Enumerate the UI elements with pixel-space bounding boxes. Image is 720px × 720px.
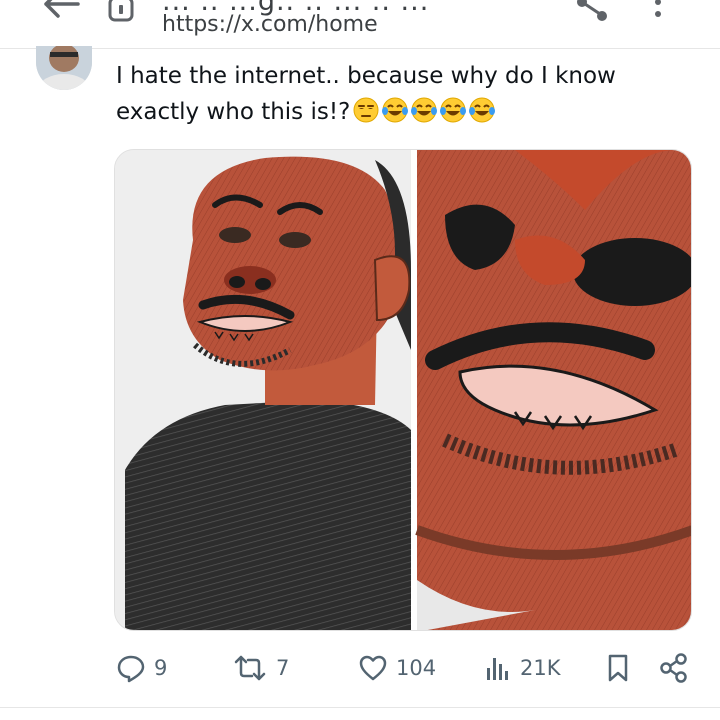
reply-icon: [117, 655, 145, 683]
tweet-text: I hate the internet.. because why do I k…: [116, 58, 676, 130]
more-options-icon[interactable]: [646, 0, 670, 32]
share-tweet-button[interactable]: [658, 648, 690, 688]
unamused-face-emoji-icon: [353, 97, 379, 123]
face-with-tears-of-joy-emoji-icon: [411, 97, 438, 123]
site-info-lock-icon[interactable]: [106, 0, 136, 26]
bookmark-icon: [608, 654, 628, 682]
drawing-left-panel: [115, 150, 411, 630]
tweet-media-image[interactable]: [114, 149, 692, 631]
share-icon[interactable]: [574, 0, 610, 26]
face-with-tears-of-joy-emoji-icon: [440, 97, 467, 123]
reply-count: 9: [154, 656, 168, 680]
tweet-divider: [0, 707, 720, 708]
like-count: 104: [396, 656, 437, 680]
face-with-tears-of-joy-emoji-icon: [469, 97, 496, 123]
back-arrow-icon[interactable]: [36, 0, 84, 30]
repost-icon: [234, 655, 266, 681]
analytics-icon: [487, 658, 508, 680]
views-button[interactable]: 21K: [484, 648, 561, 688]
url-text[interactable]: https://x.com/home: [162, 12, 378, 37]
reply-button[interactable]: 9: [116, 648, 167, 688]
repost-button[interactable]: 7: [232, 648, 289, 688]
heart-icon: [359, 655, 387, 681]
views-count: 21K: [520, 656, 561, 680]
browser-bar: ... .. ...g.. .. ... .. ... https://x.co…: [0, 0, 720, 46]
like-button[interactable]: 104: [358, 648, 436, 688]
bookmark-button[interactable]: [604, 648, 632, 688]
browser-divider: [0, 48, 720, 49]
drawing-right-panel: [415, 150, 691, 630]
face-with-tears-of-joy-emoji-icon: [382, 97, 409, 123]
avatar[interactable]: [36, 46, 92, 90]
repost-count: 7: [276, 656, 290, 680]
share-nodes-icon: [660, 653, 687, 683]
